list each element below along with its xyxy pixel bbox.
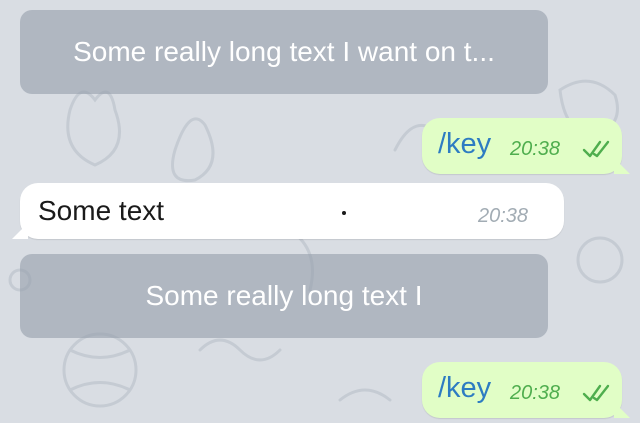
incoming-message[interactable]: Some text 20:38 — [12, 183, 564, 239]
bubble-tail — [614, 158, 630, 174]
outgoing-message-key[interactable]: /key 20:38 — [422, 118, 630, 174]
outgoing-message-key-2[interactable]: /key 20:38 — [422, 362, 630, 418]
bubble-tail — [12, 223, 28, 239]
message-time: 20:38 — [510, 382, 561, 404]
bubble-tail — [614, 402, 630, 418]
dot-mark — [342, 211, 346, 215]
message-time: 20:38 — [510, 138, 561, 160]
keyboard-button-label: Some really long text I want on t... — [73, 36, 495, 67]
keyboard-button-label: Some really long text I — [145, 280, 423, 311]
message-text[interactable]: /key — [438, 372, 491, 405]
keyboard-button-long-text[interactable]: Some really long text I want on t... — [20, 10, 548, 94]
double-check-icon — [582, 140, 610, 158]
keyboard-button-long-text-2[interactable]: Some really long text I — [20, 254, 548, 338]
message-text[interactable]: /key — [438, 128, 491, 161]
message-time: 20:38 — [478, 205, 529, 227]
message-text[interactable]: Some text — [38, 195, 164, 227]
double-check-icon — [582, 384, 610, 402]
